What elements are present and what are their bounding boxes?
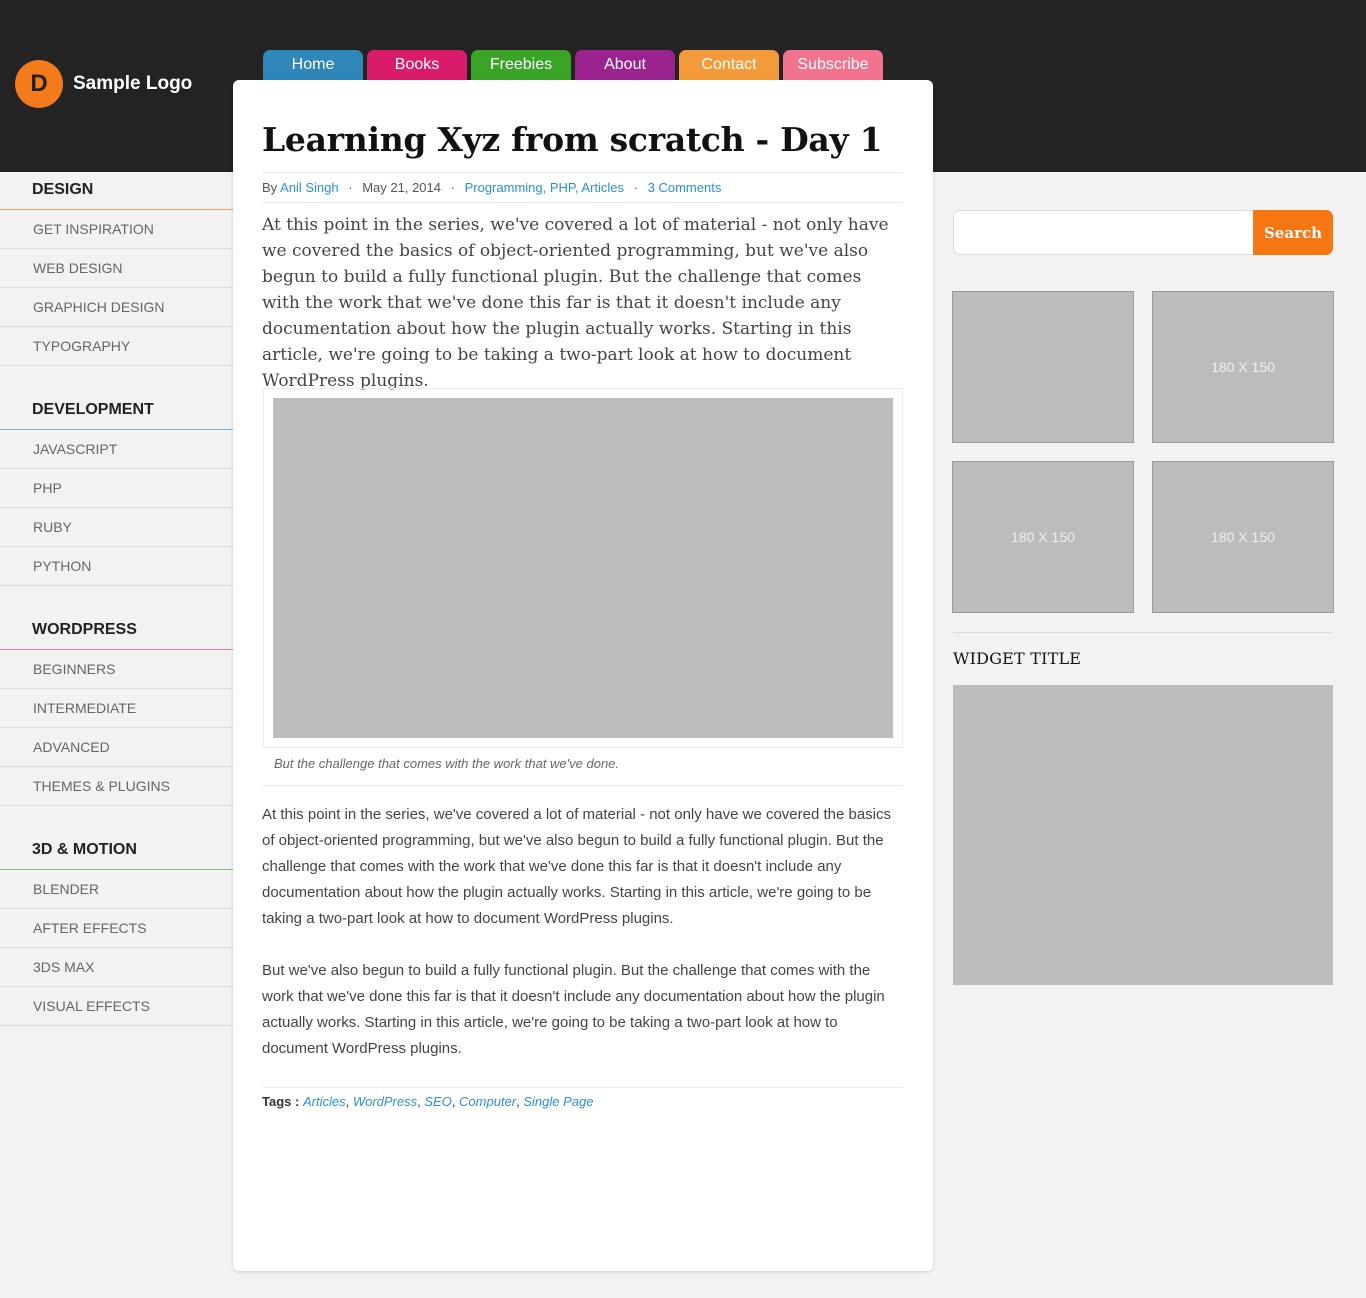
meta-separator: · <box>633 180 638 195</box>
category-sidebar: DESIGN GET INSPIRATION WEB DESIGN GRAPHI… <box>0 172 233 1026</box>
meta-separator: · <box>348 180 353 195</box>
sidebar-item[interactable]: THEMES & PLUGINS <box>0 767 233 806</box>
search-input[interactable] <box>953 210 1253 255</box>
sidebar-group-design: DESIGN GET INSPIRATION WEB DESIGN GRAPHI… <box>0 172 233 392</box>
widget-placeholder <box>953 685 1333 985</box>
sidebar-group-3d-motion: 3D & MOTION BLENDER AFTER EFFECTS 3DS MA… <box>0 832 233 1026</box>
sidebar-item[interactable]: GRAPHICH DESIGN <box>0 288 233 327</box>
divider <box>262 1087 903 1088</box>
ad-slot[interactable]: 180 X 150 <box>1152 461 1334 613</box>
sidebar-item[interactable]: JAVASCRIPT <box>0 430 233 469</box>
sidebar-item[interactable]: PHP <box>0 469 233 508</box>
sidebar-item[interactable]: RUBY <box>0 508 233 547</box>
meta-separator: · <box>450 180 455 195</box>
post-date: May 21, 2014 <box>362 180 441 195</box>
article-card: Learning Xyz from scratch - Day 1 By Ani… <box>233 80 933 1271</box>
tags-label: Tags : <box>262 1094 300 1109</box>
article-title: Learning Xyz from scratch - Day 1 <box>262 120 883 159</box>
sidebar-item[interactable]: INTERMEDIATE <box>0 689 233 728</box>
tag-link[interactable]: Articles <box>303 1094 346 1109</box>
sidebar-item[interactable]: GET INSPIRATION <box>0 210 233 249</box>
nav-tab-subscribe[interactable]: Subscribe <box>783 50 883 80</box>
article-figure <box>263 388 903 748</box>
sidebar-item[interactable]: 3DS MAX <box>0 948 233 987</box>
article-paragraph: But we've also begun to build a fully fu… <box>262 962 885 1057</box>
divider <box>262 785 903 786</box>
logo-text: Sample Logo <box>73 73 193 94</box>
author-link[interactable]: Anil Singh <box>280 180 339 195</box>
article-meta: By Anil Singh · May 21, 2014 · Programmi… <box>262 172 903 203</box>
search-button[interactable]: Search <box>1253 210 1333 255</box>
nav-tab-home[interactable]: Home <box>263 50 363 80</box>
main-nav: Home Books Freebies About Contact Subscr… <box>263 50 883 80</box>
tag-link[interactable]: Computer <box>459 1094 516 1109</box>
sidebar-heading[interactable]: WORDPRESS <box>0 612 233 650</box>
article-paragraph: At this point in the series, we've cover… <box>262 806 892 927</box>
nav-tab-about[interactable]: About <box>575 50 675 80</box>
figure-caption: But the challenge that comes with the wo… <box>274 756 620 771</box>
article-lead: At this point in the series, we've cover… <box>262 215 889 391</box>
sidebar-item[interactable]: PYTHON <box>0 547 233 586</box>
search-form: Search <box>953 210 1333 255</box>
categories-link[interactable]: Programming, PHP, Articles <box>465 180 624 195</box>
sidebar-group-wordpress: WORDPRESS BEGINNERS INTERMEDIATE ADVANCE… <box>0 612 233 832</box>
divider <box>953 632 1333 633</box>
sidebar-heading[interactable]: 3D & MOTION <box>0 832 233 870</box>
tag-link[interactable]: Single Page <box>523 1094 593 1109</box>
sidebar-item[interactable]: BEGINNERS <box>0 650 233 689</box>
nav-tab-books[interactable]: Books <box>367 50 467 80</box>
ad-slot[interactable] <box>952 291 1134 443</box>
nav-tab-contact[interactable]: Contact <box>679 50 779 80</box>
sidebar-item[interactable]: ADVANCED <box>0 728 233 767</box>
logo-mark: D <box>15 60 63 108</box>
sidebar-group-development: DEVELOPMENT JAVASCRIPT PHP RUBY PYTHON <box>0 392 233 612</box>
sidebar-item[interactable]: WEB DESIGN <box>0 249 233 288</box>
figure-image <box>273 398 893 738</box>
tag-link[interactable]: WordPress <box>353 1094 417 1109</box>
sidebar-item[interactable]: AFTER EFFECTS <box>0 909 233 948</box>
sidebar-item[interactable]: VISUAL EFFECTS <box>0 987 233 1026</box>
comments-link[interactable]: 3 Comments <box>648 180 722 195</box>
site-logo[interactable]: D Sample Logo <box>15 60 192 108</box>
sidebar-item[interactable]: BLENDER <box>0 870 233 909</box>
widget-title: WIDGET TITLE <box>953 649 1082 668</box>
meta-by-label: By <box>262 180 278 195</box>
sidebar-heading[interactable]: DEVELOPMENT <box>0 392 233 430</box>
tag-link[interactable]: SEO <box>424 1094 451 1109</box>
ad-slot[interactable]: 180 X 150 <box>952 461 1134 613</box>
article-tags: Tags : Articles, WordPress, SEO, Compute… <box>262 1094 594 1109</box>
ad-slot[interactable]: 180 X 150 <box>1152 291 1334 443</box>
nav-tab-freebies[interactable]: Freebies <box>471 50 571 80</box>
sidebar-heading[interactable]: DESIGN <box>0 172 233 210</box>
sidebar-item[interactable]: TYPOGRAPHY <box>0 327 233 366</box>
